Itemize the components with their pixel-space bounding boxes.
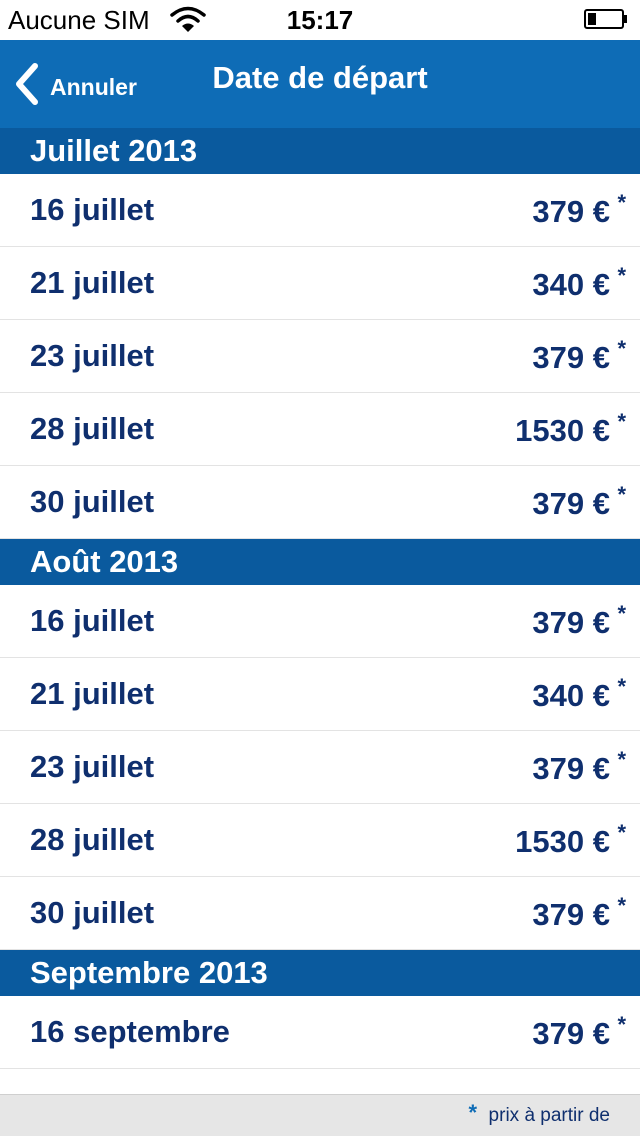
row-date: 21 juillet: [30, 676, 155, 711]
price-asterisk: *: [617, 263, 626, 288]
row-date: 23 juillet: [30, 338, 155, 373]
row-price: 379 €: [532, 897, 610, 932]
footer-bar: * prix à partir de: [0, 1094, 640, 1136]
row-price: 379 €: [532, 1016, 610, 1051]
date-row[interactable]: 16 juillet 379 € *: [0, 174, 640, 247]
section-header-septembre: Septembre 2013: [0, 950, 640, 996]
footnote-asterisk: *: [468, 1100, 477, 1125]
date-row[interactable]: 30 juillet 379 € *: [0, 466, 640, 539]
clock: 15:17: [286, 5, 354, 35]
row-price: 379 €: [532, 751, 610, 786]
date-row[interactable]: 28 juillet 1530 € *: [0, 804, 640, 877]
date-row[interactable]: 16 juillet 379 € *: [0, 585, 640, 658]
price-asterisk: *: [617, 820, 626, 845]
price-asterisk: *: [617, 893, 626, 918]
departure-date-list: Juillet 2013 16 juillet 379 € * 21 juill…: [0, 128, 640, 1069]
row-price: 379 €: [532, 340, 610, 375]
row-price: 340 €: [532, 267, 610, 302]
row-date: 16 juillet: [30, 192, 155, 227]
date-row[interactable]: 21 juillet 340 € *: [0, 247, 640, 320]
row-date: 28 juillet: [30, 411, 155, 446]
date-row[interactable]: 16 septembre 379 € *: [0, 996, 640, 1069]
section-header-juillet: Juillet 2013: [0, 128, 640, 174]
navigation-bar: Annuler Date de départ: [0, 40, 640, 128]
row-price: 1530 €: [515, 413, 610, 448]
price-asterisk: *: [617, 482, 626, 507]
row-price: 379 €: [532, 605, 610, 640]
section-header-aout: Août 2013: [0, 539, 640, 585]
row-date: 28 juillet: [30, 822, 155, 857]
battery-icon: [584, 9, 627, 29]
price-asterisk: *: [617, 747, 626, 772]
row-price: 1530 €: [515, 824, 610, 859]
date-row[interactable]: 23 juillet 379 € *: [0, 731, 640, 804]
row-date: 21 juillet: [30, 265, 155, 300]
date-row[interactable]: 28 juillet 1530 € *: [0, 393, 640, 466]
date-row[interactable]: 23 juillet 379 € *: [0, 320, 640, 393]
row-price: 340 €: [532, 678, 610, 713]
status-bar: Aucune SIM 15:17: [0, 0, 640, 40]
price-asterisk: *: [617, 674, 626, 699]
footnote-text: prix à partir de: [488, 1105, 610, 1126]
row-date: 30 juillet: [30, 895, 155, 930]
price-asterisk: *: [617, 190, 626, 215]
date-row[interactable]: 30 juillet 379 € *: [0, 877, 640, 950]
row-date: 30 juillet: [30, 484, 155, 519]
price-asterisk: *: [617, 601, 626, 626]
row-date: 16 juillet: [30, 603, 155, 638]
page-title: Date de départ: [212, 60, 428, 95]
row-price: 379 €: [532, 194, 610, 229]
row-date: 23 juillet: [30, 749, 155, 784]
row-date: 16 septembre: [30, 1014, 230, 1049]
price-asterisk: *: [617, 1012, 626, 1037]
price-asterisk: *: [617, 336, 626, 361]
date-row[interactable]: 21 juillet 340 € *: [0, 658, 640, 731]
row-price: 379 €: [532, 486, 610, 521]
price-asterisk: *: [617, 409, 626, 434]
